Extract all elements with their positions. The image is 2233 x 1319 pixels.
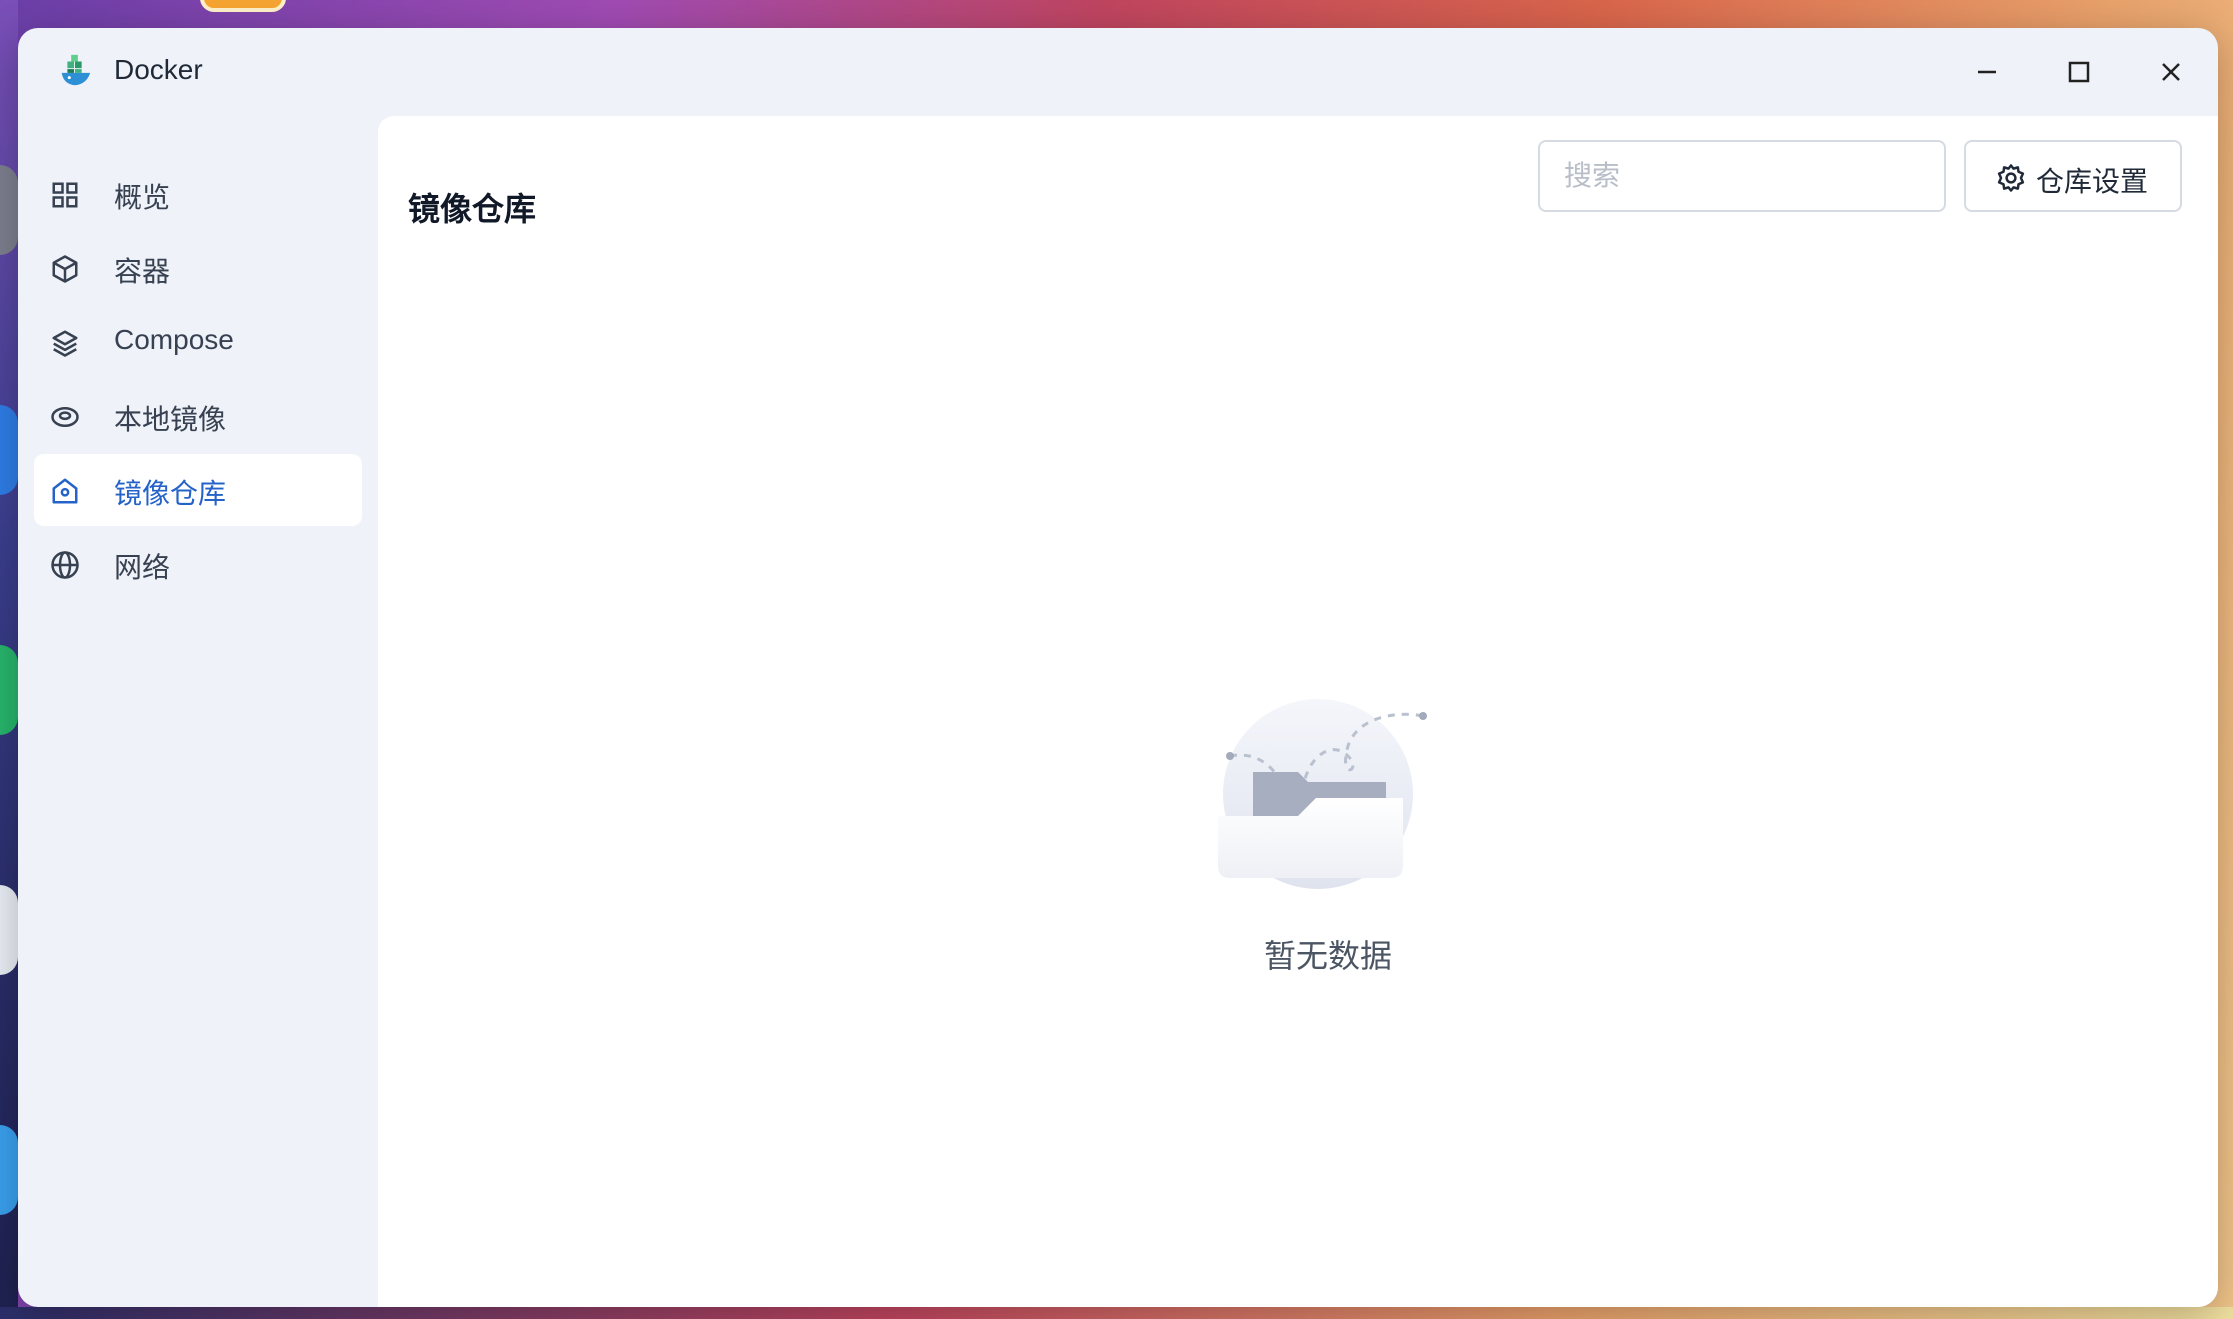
sidebar-item-label: 概览 <box>114 182 171 213</box>
search-input[interactable] <box>1538 140 1946 212</box>
sidebar-item-local-images[interactable]: 本地镜像 <box>34 380 362 452</box>
page-title: 镜像仓库 <box>408 190 537 228</box>
sidebar-item-compose[interactable]: Compose <box>34 306 362 378</box>
layers-icon <box>52 330 78 357</box>
maximize-button[interactable] <box>2057 50 2101 94</box>
close-button[interactable] <box>2149 50 2193 94</box>
desktop-app-icon[interactable] <box>0 165 18 255</box>
window-titlebar[interactable]: Docker <box>18 28 2218 116</box>
disk-icon <box>51 407 79 427</box>
empty-state-text: 暂无数据 <box>1263 938 1392 974</box>
sidebar-item-label: 网络 <box>114 552 171 583</box>
cube-icon <box>52 255 78 283</box>
registry-settings-button[interactable]: 仓库设置 <box>1964 140 2182 212</box>
grid-icon <box>52 182 78 208</box>
desktop-app-icon[interactable] <box>0 1125 18 1215</box>
desktop-background-strip <box>0 0 18 1319</box>
sidebar-item-network[interactable]: 网络 <box>34 528 362 600</box>
sidebar-item-image-registry[interactable]: 镜像仓库 <box>34 454 362 526</box>
sidebar-item-overview[interactable]: 概览 <box>34 158 362 230</box>
docker-window: Docker 概览 容器 Compose 本地镜像 镜像仓库 网络 镜像仓库 搜… <box>18 28 2218 1307</box>
registry-settings-label: 仓库设置 <box>2036 166 2149 197</box>
docker-whale-logo-icon <box>61 54 91 86</box>
minimize-button[interactable] <box>1965 50 2009 94</box>
minimize-icon <box>1978 70 1996 74</box>
empty-folder-icon <box>1218 699 1427 889</box>
desktop-app-icon[interactable] <box>0 405 18 495</box>
gear-icon <box>1997 164 2025 192</box>
sidebar-item-label: 镜像仓库 <box>114 478 227 509</box>
close-icon <box>2162 63 2180 81</box>
sidebar-item-label: 本地镜像 <box>114 404 227 435</box>
maximize-icon <box>2068 61 2090 83</box>
desktop-app-icon[interactable] <box>0 645 18 735</box>
globe-icon <box>51 551 79 579</box>
main-content: 镜像仓库 仓库设置 <box>378 116 2218 1307</box>
desktop-app-icon[interactable] <box>200 0 286 12</box>
desktop-background-bottom <box>0 1307 2233 1319</box>
sidebar-item-label: Compose <box>114 324 234 355</box>
sidebar-item-label: 容器 <box>114 256 171 287</box>
desktop-app-icon[interactable] <box>0 885 18 975</box>
app-title: Docker <box>114 54 203 85</box>
home-icon <box>52 478 78 504</box>
sidebar-item-containers[interactable]: 容器 <box>34 232 362 304</box>
